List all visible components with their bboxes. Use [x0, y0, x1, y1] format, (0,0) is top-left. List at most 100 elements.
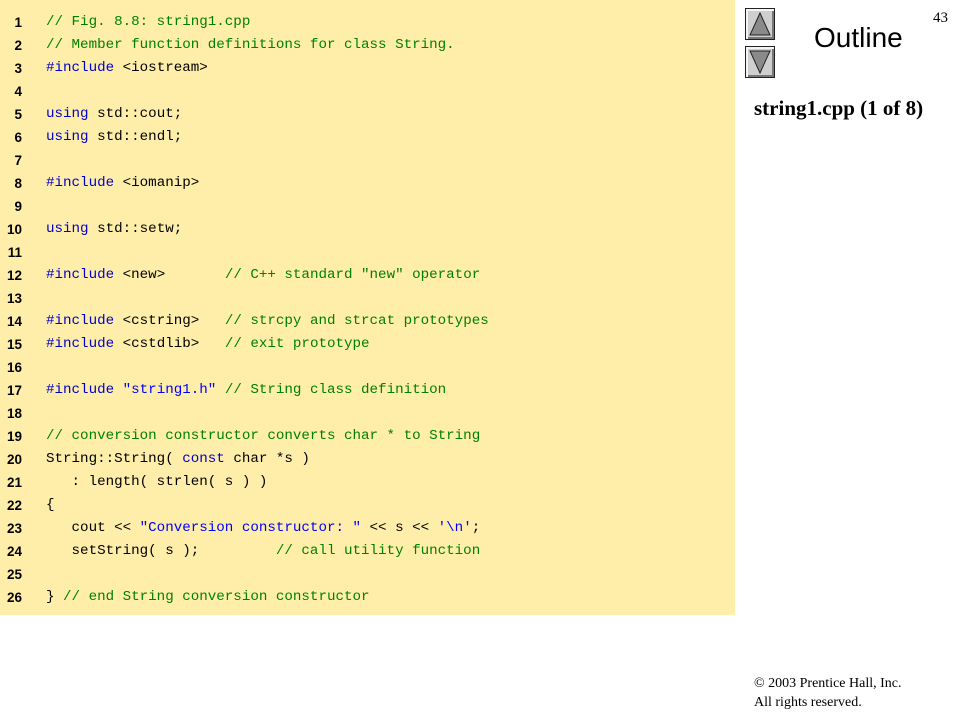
- code-keyword: using: [46, 106, 89, 122]
- line-number: 18: [6, 406, 22, 421]
- code-line: 21 : length( strlen( s ) ): [0, 471, 735, 494]
- code-line: 12 #include <new> // C++ standard "new" o…: [0, 264, 735, 287]
- code-line: 2 // Member function definitions for clas…: [0, 34, 735, 57]
- code-comment: // conversion constructor converts char …: [46, 428, 481, 444]
- line-number: 17: [6, 383, 22, 398]
- code-plain: String::String(: [46, 451, 183, 467]
- code-plain: ;: [471, 520, 481, 536]
- code-plain: << s <<: [361, 520, 438, 536]
- code-line: 17 #include "string1.h" // String class d…: [0, 379, 735, 402]
- code-line: 4: [0, 80, 735, 103]
- line-number: 12: [6, 268, 22, 283]
- code-line: 3 #include <iostream>: [0, 57, 735, 80]
- code-keyword: #include: [46, 313, 115, 329]
- code-comment: // call utility function: [275, 543, 481, 559]
- triangle-up-icon: [749, 12, 771, 36]
- code-comment: // String class definition: [224, 382, 447, 398]
- code-plain: }: [46, 589, 64, 605]
- code-keyword: const: [182, 451, 225, 467]
- line-number: 4: [14, 84, 22, 99]
- code-line: 8 #include <iomanip>: [0, 172, 735, 195]
- code-text: : length( strlen( s ) ): [46, 471, 268, 494]
- line-number: 23: [6, 521, 22, 536]
- code-plain: std::endl;: [88, 129, 183, 145]
- code-line: 6 using std::endl;: [0, 126, 735, 149]
- slide-number: 43: [933, 10, 948, 26]
- next-slide-button[interactable]: [745, 46, 775, 78]
- line-number: 26: [6, 590, 22, 605]
- code-comment: // exit prototype: [224, 336, 370, 352]
- code-line: 23 cout << "Conversion constructor: " <<…: [0, 517, 735, 540]
- code-plain: <iomanip>: [114, 175, 200, 191]
- code-plain: setString( s );: [46, 543, 276, 559]
- code-line: 18: [0, 402, 735, 425]
- code-line: 16: [0, 356, 735, 379]
- line-number: 14: [6, 314, 22, 329]
- code-string: "string1.h": [122, 382, 217, 398]
- code-text: #include <iostream>: [46, 57, 208, 80]
- code-plain: std::cout;: [88, 106, 183, 122]
- code-comment: // Fig. 8.8: string1.cpp: [46, 14, 251, 30]
- code-text: #include <iomanip>: [46, 172, 199, 195]
- code-line: 25: [0, 563, 735, 586]
- code-text: {: [46, 494, 55, 517]
- code-line: 10 using std::setw;: [0, 218, 735, 241]
- code-line: 7: [0, 149, 735, 172]
- code-line: 1 // Fig. 8.8: string1.cpp: [0, 11, 735, 34]
- code-text: // Member function definitions for class…: [46, 34, 455, 57]
- code-plain: <cstring>: [114, 313, 225, 329]
- code-line: 22 {: [0, 494, 735, 517]
- code-line: 24 setString( s ); // call utility funct…: [0, 540, 735, 563]
- code-line: 9: [0, 195, 735, 218]
- line-number: 8: [14, 176, 22, 191]
- code-plain: : length( strlen( s ) ): [46, 474, 268, 490]
- code-text: #include <new> // C++ standard "new" ope…: [46, 264, 480, 287]
- code-line: 5 using std::cout;: [0, 103, 735, 126]
- code-comment: // Member function definitions for class…: [46, 37, 455, 53]
- line-number: 24: [6, 544, 22, 559]
- code-plain: {: [46, 497, 55, 513]
- code-comment: // C++ standard "new" operator: [224, 267, 481, 283]
- previous-slide-button[interactable]: [745, 8, 775, 40]
- code-line: 19 // conversion constructor converts cha…: [0, 425, 735, 448]
- line-number: 1: [14, 15, 22, 30]
- line-number: 13: [6, 291, 22, 306]
- line-number: 16: [6, 360, 22, 375]
- code-string: "Conversion constructor: ": [139, 520, 362, 536]
- code-plain: <new>: [114, 267, 225, 283]
- line-number: 7: [14, 153, 22, 168]
- code-text: #include <cstdlib> // exit prototype: [46, 333, 370, 356]
- code-text: cout << "Conversion constructor: " << s …: [46, 517, 481, 540]
- code-keyword: #include: [46, 175, 115, 191]
- line-number: 6: [14, 130, 22, 145]
- code-plain: std::setw;: [88, 221, 183, 237]
- copyright-line-2: All rights reserved.: [754, 695, 862, 710]
- code-text: using std::setw;: [46, 218, 182, 241]
- code-plain: <iostream>: [114, 60, 208, 76]
- code-keyword: #include: [46, 267, 115, 283]
- copyright-line-1: © 2003 Prentice Hall, Inc.: [754, 676, 902, 691]
- line-number: 9: [14, 199, 22, 214]
- code-line: 11: [0, 241, 735, 264]
- code-line: 15 #include <cstdlib> // exit prototype: [0, 333, 735, 356]
- code-line: 20 String::String( const char *s ): [0, 448, 735, 471]
- file-title: string1.cpp (1 of 8): [754, 96, 924, 120]
- code-text: #include "string1.h" // String class def…: [46, 379, 446, 402]
- code-line: 14 #include <cstring> // strcpy and strca…: [0, 310, 735, 333]
- line-number: 2: [14, 38, 22, 53]
- code-string: '\n': [437, 520, 472, 536]
- code-plain: <cstdlib>: [114, 336, 225, 352]
- line-number: 3: [14, 61, 22, 76]
- line-number: 25: [6, 567, 22, 582]
- code-plain: cout <<: [46, 520, 140, 536]
- code-text: String::String( const char *s ): [46, 448, 310, 471]
- code-keyword: #include: [46, 336, 115, 352]
- code-text: using std::endl;: [46, 126, 182, 149]
- line-number: 5: [14, 107, 22, 122]
- code-keyword: using: [46, 129, 89, 145]
- code-comment: // end String conversion constructor: [63, 589, 370, 605]
- code-text: using std::cout;: [46, 103, 182, 126]
- code-text: // Fig. 8.8: string1.cpp: [46, 11, 250, 34]
- code-text: // conversion constructor converts char …: [46, 425, 480, 448]
- code-text: } // end String conversion constructor: [46, 586, 370, 609]
